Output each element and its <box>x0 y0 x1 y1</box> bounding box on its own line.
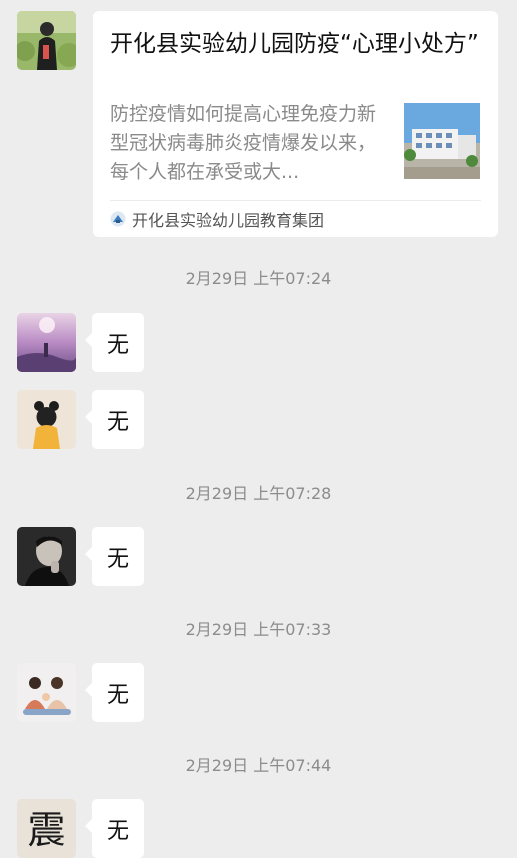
timestamp: 2月29日 上午07:28 <box>185 484 332 503</box>
timestamp: 2月29日 上午07:24 <box>185 269 332 288</box>
card-divider <box>110 200 481 201</box>
family-photo-avatar-image <box>17 663 76 722</box>
child-back-avatar-image <box>17 390 76 449</box>
kindergarten-building-image <box>404 103 480 179</box>
avatar[interactable] <box>17 390 76 449</box>
school-logo-icon <box>110 211 126 227</box>
girl-in-field-avatar-image <box>17 11 76 70</box>
article-source-name: 开化县实验幼儿园教育集团 <box>132 211 325 230</box>
avatar[interactable] <box>17 11 76 70</box>
timestamp: 2月29日 上午07:33 <box>185 620 332 639</box>
message-bubble[interactable]: 无 <box>85 313 144 372</box>
message-bubble[interactable]: 无 <box>85 799 144 858</box>
article-description: 防控疫情如何提高心理免疫力新型冠状病毒肺炎疫情爆发以来，每个人都在承受或大... <box>110 103 377 183</box>
calligraphy-avatar-image: 震 <box>17 799 76 858</box>
calligraphy-seal-char: 震 <box>27 808 65 852</box>
timestamp: 2月29日 上午07:44 <box>185 756 332 775</box>
message-bubble[interactable]: 无 <box>85 390 144 449</box>
message-bubble[interactable]: 无 <box>85 663 144 722</box>
message-bubble[interactable]: 无 <box>85 527 144 586</box>
avatar[interactable]: 震 <box>17 799 76 858</box>
article-source: 开化县实验幼儿园教育集团 <box>110 209 325 230</box>
avatar[interactable] <box>17 313 76 372</box>
purple-landscape-avatar-image <box>17 313 76 372</box>
article-title: 开化县实验幼儿园防疫“心理小处方” <box>110 31 479 57</box>
avatar[interactable] <box>17 527 76 586</box>
article-thumbnail <box>404 103 480 179</box>
man-portrait-avatar-image <box>17 527 76 586</box>
article-card[interactable]: 开化县实验幼儿园防疫“心理小处方” 防控疫情如何提高心理免疫力新型冠状病毒肺炎疫… <box>93 11 498 237</box>
avatar[interactable] <box>17 663 76 722</box>
